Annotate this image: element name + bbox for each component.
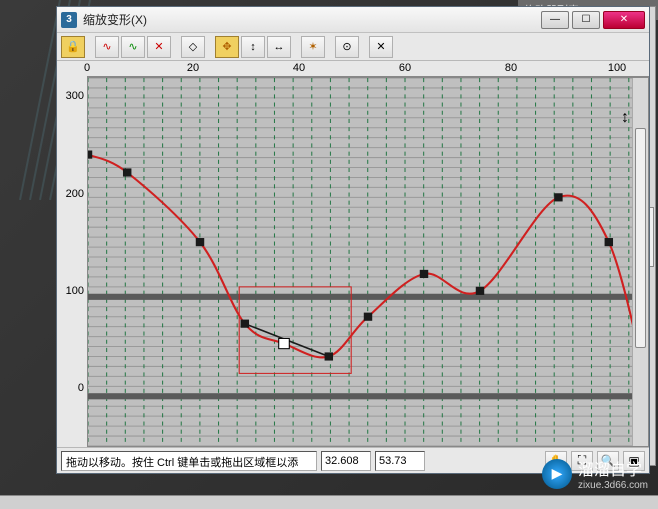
curve-red-icon: ∿ — [102, 40, 111, 53]
plot-scrollbar-thumb[interactable] — [635, 128, 646, 348]
delete-point-button[interactable]: ✕ — [369, 36, 393, 58]
timeline-ruler[interactable] — [0, 495, 658, 509]
y-tick-label: 100 — [66, 285, 84, 297]
y-tick-label: 300 — [66, 90, 84, 102]
x-tick-label: 60 — [399, 62, 411, 74]
status-hint: 拖动以移动。按住 Ctrl 键单击或拖出区域框以添 — [61, 451, 317, 471]
x-axis: 0 20 40 60 80 100 — [87, 61, 649, 77]
control-point[interactable] — [196, 238, 204, 246]
status-x-field[interactable] — [321, 451, 371, 471]
close-button[interactable]: ✕ — [603, 11, 645, 29]
handle-corner-button[interactable]: ◇ — [181, 36, 205, 58]
watermark-url: zixue.3d66.com — [578, 480, 648, 491]
play-icon: ▶ — [542, 459, 572, 489]
status-y-field[interactable] — [375, 451, 425, 471]
corner-icon: ◇ — [189, 40, 197, 53]
control-point[interactable] — [605, 238, 613, 246]
graph-area: 0 100 200 300 0 20 40 60 80 100 ↕ — [57, 61, 649, 447]
maximize-button[interactable]: ☐ — [572, 11, 600, 29]
curve-plot[interactable] — [87, 77, 649, 447]
window-title: 缩放变形(X) — [83, 11, 538, 28]
x-tick-label: 20 — [187, 62, 199, 74]
plot-scrollbar[interactable] — [632, 78, 648, 446]
watermark: ▶ 溜溜自学 zixue.3d66.com — [542, 456, 648, 491]
curve-green-icon: ∿ — [128, 40, 137, 53]
x-tick-label: 100 — [608, 62, 626, 74]
scale-deform-window: 3 缩放变形(X) — ☐ ✕ 🔒 ∿ ∿ ✕ ◇ ✥ ↕ ↔ ✶ ⊙ ✕ 0 1… — [56, 6, 650, 474]
control-point[interactable] — [123, 168, 131, 176]
curve-xy-button[interactable]: ✕ — [147, 36, 171, 58]
scale-icon: ✶ — [308, 40, 317, 53]
app-icon: 3 — [61, 12, 77, 28]
lock-button[interactable]: 🔒 — [61, 36, 85, 58]
y-tick-label: 0 — [78, 382, 84, 394]
scale-button[interactable]: ✶ — [301, 36, 325, 58]
bezier-icon: ⊙ — [342, 40, 351, 53]
move-button[interactable]: ✥ — [215, 36, 239, 58]
move-icon: ✥ — [222, 40, 231, 53]
x-tick-label: 0 — [84, 62, 90, 74]
move-v-icon: ↕ — [250, 41, 256, 53]
control-point[interactable] — [420, 270, 428, 278]
tangent-handle[interactable] — [242, 321, 248, 327]
selected-point[interactable] — [279, 338, 290, 348]
control-point[interactable] — [476, 287, 484, 295]
x-tick-label: 40 — [293, 62, 305, 74]
tangent-handle[interactable] — [326, 353, 332, 359]
y-tick-label: 200 — [66, 188, 84, 200]
scale-curve[interactable] — [88, 155, 648, 391]
minimize-button[interactable]: — — [541, 11, 569, 29]
curve-y-button[interactable]: ∿ — [121, 36, 145, 58]
toolbar: 🔒 ∿ ∿ ✕ ◇ ✥ ↕ ↔ ✶ ⊙ ✕ — [57, 33, 649, 61]
titlebar: 3 缩放变形(X) — ☐ ✕ — [57, 7, 649, 33]
move-vertical-button[interactable]: ↕ — [241, 36, 265, 58]
curve-x-button[interactable]: ∿ — [95, 36, 119, 58]
control-point[interactable] — [88, 150, 92, 158]
resize-arrow-icon: ↕ — [621, 109, 629, 127]
move-horizontal-button[interactable]: ↔ — [267, 36, 291, 58]
x-tick-label: 80 — [505, 62, 517, 74]
y-axis: 0 100 200 300 — [57, 61, 87, 447]
lock-icon: 🔒 — [66, 40, 80, 53]
delete-icon: ✕ — [376, 40, 385, 53]
bezier-button[interactable]: ⊙ — [335, 36, 359, 58]
curve-dual-icon: ✕ — [154, 40, 163, 53]
control-point[interactable] — [364, 313, 372, 321]
control-point[interactable] — [554, 193, 562, 201]
move-h-icon: ↔ — [274, 41, 285, 53]
watermark-brand: 溜溜自学 — [578, 462, 642, 479]
